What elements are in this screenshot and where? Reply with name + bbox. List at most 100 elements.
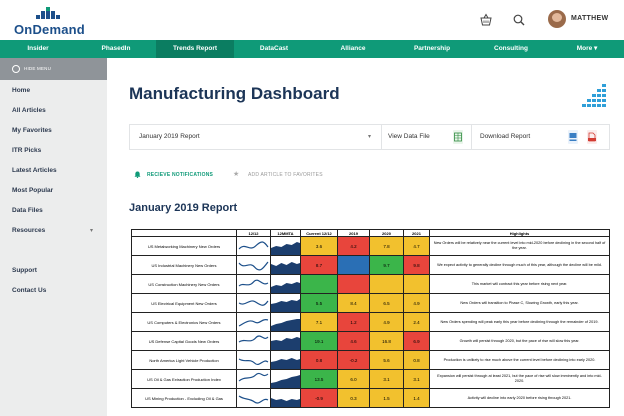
download-report-link[interactable]: Download Report [480, 133, 530, 140]
sidebar-item-support[interactable]: Support [12, 267, 37, 274]
forecast-2021-cell: 3.1 [403, 369, 430, 389]
nav-item-trends-report[interactable]: Trends Report [156, 40, 234, 58]
sidebar-item-all-articles[interactable]: All Articles [12, 107, 46, 114]
presentation-file-icon[interactable] [568, 130, 578, 144]
nav-item-datacast[interactable]: DataCast [234, 40, 314, 58]
forecast-2020-cell: 6.5 [369, 293, 404, 313]
hide-menu-button[interactable]: HIDE MENU [0, 58, 107, 80]
table-row[interactable]: North America Light Vehicle Production 0.… [131, 350, 610, 370]
basket-icon[interactable] [479, 13, 493, 27]
moving-total-sparkline [270, 388, 301, 408]
highlight-cell: Production is unlikely to rise much abov… [429, 350, 610, 370]
col-header-12mmta: 12MMTA [270, 229, 301, 237]
sidebar-item-resources[interactable]: Resources [12, 227, 45, 234]
pdf-file-icon[interactable] [587, 130, 597, 144]
indicator-cell[interactable]: US Metalworking Machinery New Orders [131, 236, 237, 256]
indicator-cell[interactable]: US Computers & Electronics New Orders [131, 312, 237, 332]
sidebar-item-my-favorites[interactable]: My Favorites [12, 127, 52, 134]
report-table-body: US Metalworking Machinery New Orders 3.6 4… [131, 236, 610, 408]
divider [471, 125, 472, 149]
indicator-cell[interactable]: US Mining Production - Excluding Oil & G… [131, 388, 237, 408]
table-row[interactable]: US Oil & Gas Extraction Production Index… [131, 369, 610, 389]
indicator-cell[interactable]: US Defense Capital Goods New Orders [131, 331, 237, 351]
table-row[interactable]: US Defense Capital Goods New Orders 19.1 4… [131, 331, 610, 351]
table-row[interactable]: US Construction Machinery New Orders This… [131, 274, 610, 294]
table-row[interactable]: US Industrial Machinery New Orders 8.7 9.7… [131, 255, 610, 275]
indicator-cell[interactable]: US Construction Machinery New Orders [131, 274, 237, 294]
current-value-cell [300, 274, 338, 294]
view-data-file-link[interactable]: View Data File [388, 133, 430, 140]
top-header: OnDemand MATTHEW [0, 0, 624, 40]
sidebar-item-data-files[interactable]: Data Files [12, 207, 43, 214]
highlight-cell: Activity will decline into early 2020 be… [429, 388, 610, 408]
indicator-cell[interactable]: US Industrial Machinery New Orders [131, 255, 237, 275]
current-value-cell: 5.5 [300, 293, 338, 313]
nav-item-phasedin[interactable]: PhasedIn [76, 40, 156, 58]
current-value-cell: 7.1 [300, 312, 338, 332]
indicator-cell[interactable]: US Electrical Equipment New Orders [131, 293, 237, 313]
table-row[interactable]: US Metalworking Machinery New Orders 3.6 4… [131, 236, 610, 256]
nav-item-partnership[interactable]: Partnership [392, 40, 472, 58]
nav-item-insider[interactable]: Insider [0, 40, 76, 58]
logo[interactable]: OnDemand [14, 6, 94, 37]
caret-down-icon[interactable]: ▾ [368, 133, 371, 140]
trend-line-sparkline [236, 274, 271, 294]
col-header-current: Current 12/12 [300, 229, 338, 237]
forecast-2019-cell [337, 255, 370, 275]
excel-file-icon[interactable] [453, 130, 463, 144]
forecast-2021-cell: 0.8 [403, 350, 430, 370]
forecast-2020-cell: 3.1 [369, 369, 404, 389]
current-value-cell: 8.7 [300, 255, 338, 275]
forecast-2021-cell [403, 274, 430, 294]
sidebar-item-home[interactable]: Home [12, 87, 30, 94]
report-select[interactable]: January 2019 Report [139, 133, 200, 140]
forecast-2021-cell: 6.9 [403, 331, 430, 351]
nav-item-more[interactable]: More ▾ [550, 40, 624, 58]
indicator-cell[interactable]: North America Light Vehicle Production [131, 350, 237, 370]
sidebar: HIDE MENU Home All Articles My Favorites… [0, 58, 107, 416]
col-header-highlights: Highlights [429, 229, 610, 237]
sidebar-item-latest-articles[interactable]: Latest Articles [12, 167, 57, 174]
forecast-2020-cell: 5.6 [369, 350, 404, 370]
forecast-2019-cell: 6.0 [337, 369, 370, 389]
dashboard-bars-icon [582, 84, 606, 107]
hide-menu-label: HIDE MENU [24, 66, 52, 71]
nav-item-consulting[interactable]: Consulting [472, 40, 550, 58]
forecast-2019-cell: 1.2 [337, 312, 370, 332]
moving-total-sparkline [270, 255, 301, 275]
nav-item-alliance[interactable]: Alliance [314, 40, 392, 58]
trend-line-sparkline [236, 369, 271, 389]
sidebar-item-contact-us[interactable]: Contact Us [12, 287, 46, 294]
sidebar-item-most-popular[interactable]: Most Popular [12, 187, 53, 194]
highlight-cell: This market will contract this year befo… [429, 274, 610, 294]
forecast-2020-cell: 1.5 [369, 388, 404, 408]
avatar[interactable] [548, 10, 566, 28]
main-nav: Insider PhasedIn Trends Report DataCast … [0, 40, 624, 58]
moving-total-sparkline [270, 293, 301, 313]
forecast-2019-cell: -0.2 [337, 350, 370, 370]
user-name[interactable]: MATTHEW [571, 15, 608, 22]
highlight-cell: We expect activity to generally decline … [429, 255, 610, 275]
moving-total-sparkline [270, 350, 301, 370]
highlight-cell: New Orders will be relatively near the c… [429, 236, 610, 256]
forecast-2020-cell: 9.7 [369, 255, 404, 275]
moving-total-sparkline [270, 236, 301, 256]
trend-line-sparkline [236, 331, 271, 351]
report-toolbar: January 2019 Report ▾ View Data File Dow… [129, 124, 610, 150]
indicator-cell[interactable]: US Oil & Gas Extraction Production Index [131, 369, 237, 389]
report-table: 12/12 12MMTA Current 12/12 2019 2020 202… [131, 229, 610, 408]
search-icon[interactable] [512, 13, 526, 27]
table-row[interactable]: US Mining Production - Excluding Oil & G… [131, 388, 610, 408]
favorites-label: ADD ARTICLE TO FAVORITES [248, 172, 323, 178]
highlight-cell: Expansion will persist through at least … [429, 369, 610, 389]
forecast-2019-cell: 4.2 [337, 236, 370, 256]
table-row[interactable]: US Electrical Equipment New Orders 5.5 8.4… [131, 293, 610, 313]
current-value-cell: 13.5 [300, 369, 338, 389]
chevron-down-icon[interactable]: ▾ [90, 227, 93, 234]
trend-line-sparkline [236, 312, 271, 332]
table-row[interactable]: US Computers & Electronics New Orders 7.1… [131, 312, 610, 332]
trend-line-sparkline [236, 255, 271, 275]
sidebar-item-itr-picks[interactable]: ITR Picks [12, 147, 41, 154]
forecast-2020-cell: 7.8 [369, 236, 404, 256]
forecast-2019-cell [337, 274, 370, 294]
